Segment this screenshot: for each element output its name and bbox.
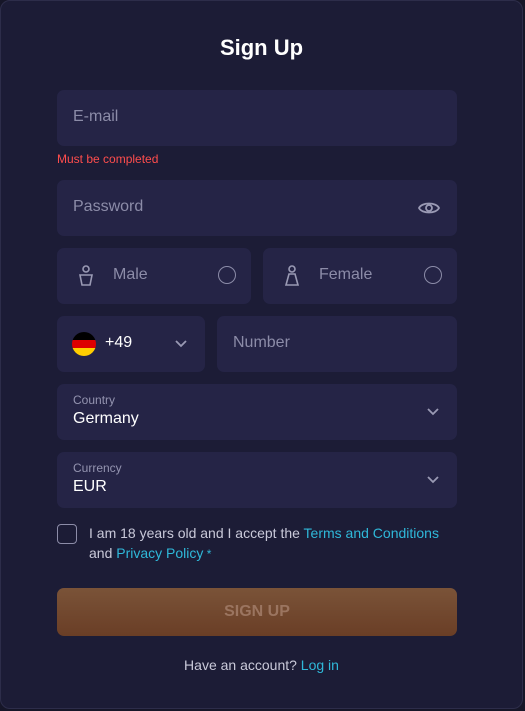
gender-male-option[interactable]: Male [57,248,251,304]
chevron-down-icon [427,408,439,416]
germany-flag-icon [72,332,96,356]
male-label: Male [113,266,148,283]
female-label: Female [319,266,373,283]
currency-select[interactable]: Currency EUR [57,452,457,508]
male-icon [79,265,93,286]
email-error: Must be completed [57,152,159,166]
email-field[interactable]: E-mail [57,90,457,146]
signup-button[interactable]: SIGN UP [57,588,457,636]
signup-modal: Sign Up E-mail Must be completed Passwor… [0,0,523,709]
chevron-down-icon [175,340,187,348]
phone-number-input[interactable]: Number [217,316,457,372]
phone-code-value: +49 [105,334,133,351]
footer: Have an account? Log in [1,657,522,673]
country-value: Germany [73,410,139,427]
terms-text-prefix: I am 18 years old and I accept the [89,525,304,541]
login-link[interactable]: Log in [301,657,339,673]
page-title: Sign Up [219,35,304,60]
country-label: Country [73,393,116,407]
country-select[interactable]: Country Germany [57,384,457,440]
terms-link[interactable]: Terms and Conditions [304,525,439,541]
privacy-link[interactable]: Privacy Policy [116,545,203,561]
terms-and: and [89,545,117,561]
password-field[interactable]: Password [57,180,457,236]
female-icon [284,265,300,286]
female-radio[interactable] [424,266,442,284]
chevron-down-icon [427,476,439,484]
required-mark: * [203,547,212,561]
phone-code-select[interactable]: +49 [57,316,205,372]
password-placeholder: Password [73,198,144,215]
footer-text: Have an account? [184,657,301,673]
currency-label: Currency [73,461,122,475]
gender-female-option[interactable]: Female [263,248,457,304]
terms-text: I am 18 years old and I accept the Terms… [89,523,459,564]
eye-icon[interactable] [417,196,441,220]
number-placeholder: Number [233,334,290,351]
currency-value: EUR [73,478,107,495]
terms-checkbox[interactable] [57,524,77,544]
email-placeholder: E-mail [73,108,119,125]
male-radio[interactable] [218,266,236,284]
